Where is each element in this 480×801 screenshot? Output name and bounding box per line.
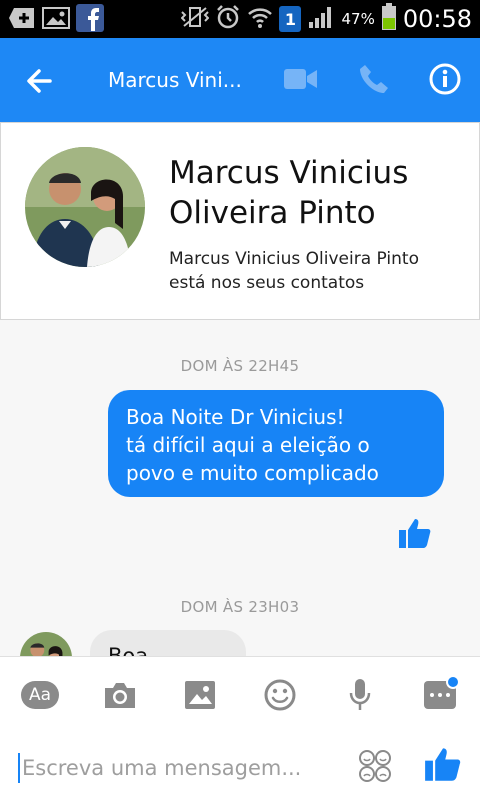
back-arrow-icon[interactable] [22,64,62,98]
signal-icon [307,4,335,34]
contact-avatar[interactable] [25,147,145,267]
phone-call-icon[interactable] [358,63,390,95]
composer: Aa [0,656,480,801]
sticker-icon[interactable] [358,749,392,783]
wifi-icon [247,5,273,33]
contact-subtitle: Marcus Vinicius Oliveira Pinto está nos … [169,247,469,295]
notification-dot [446,675,460,689]
contact-name: Marcus Vinicius Oliveira Pinto [169,153,469,233]
outgoing-message-bubble[interactable]: Boa Noite Dr Vinicius! tá difícil aqui a… [108,390,444,497]
camera-icon[interactable] [100,675,140,715]
microphone-icon[interactable] [340,675,380,715]
contact-subtitle-line1: Marcus Vinicius Oliveira Pinto [169,249,419,269]
text-format-button[interactable]: Aa [20,675,60,715]
gallery-icon[interactable] [180,675,220,715]
gallery-icon [42,5,70,31]
add-icon [8,5,36,31]
conversation-title[interactable]: Marcus Vini... [108,68,258,92]
more-icon[interactable] [420,675,460,715]
info-icon[interactable] [428,62,462,96]
sim-icon: 1 [279,6,302,32]
battery-icon [381,3,397,35]
contact-card: Marcus Vinicius Oliveira Pinto Marcus Vi… [0,122,480,320]
message-line: povo e muito complicado [126,461,379,485]
contact-name-line2: Oliveira Pinto [169,195,376,231]
message-input[interactable] [18,753,342,783]
contact-subtitle-line2: está nos seus contatos [169,273,365,293]
clock: 00:58 [402,5,472,33]
vibrate-icon [181,6,210,32]
message-timestamp: DOM ÀS 22H45 [180,357,300,375]
emoji-icon[interactable] [260,675,300,715]
aa-icon: Aa [21,681,59,709]
composer-toolbar: Aa [0,675,480,715]
app-bar: Marcus Vini... [0,38,480,122]
thumbs-up-icon[interactable] [398,516,432,550]
status-bar: 1 47% 00:58 [0,0,480,38]
facebook-icon [76,4,104,32]
thumbs-up-send-icon[interactable] [424,745,462,783]
message-timestamp: DOM ÀS 23H03 [180,598,300,616]
contact-name-line1: Marcus Vinicius [169,155,409,191]
battery-percent: 47% [341,10,375,28]
alarm-icon [215,4,241,34]
message-line: Boa Noite Dr Vinicius! [126,405,345,429]
video-call-icon[interactable] [284,66,318,92]
message-line: tá difícil aqui a eleição o [126,433,370,457]
